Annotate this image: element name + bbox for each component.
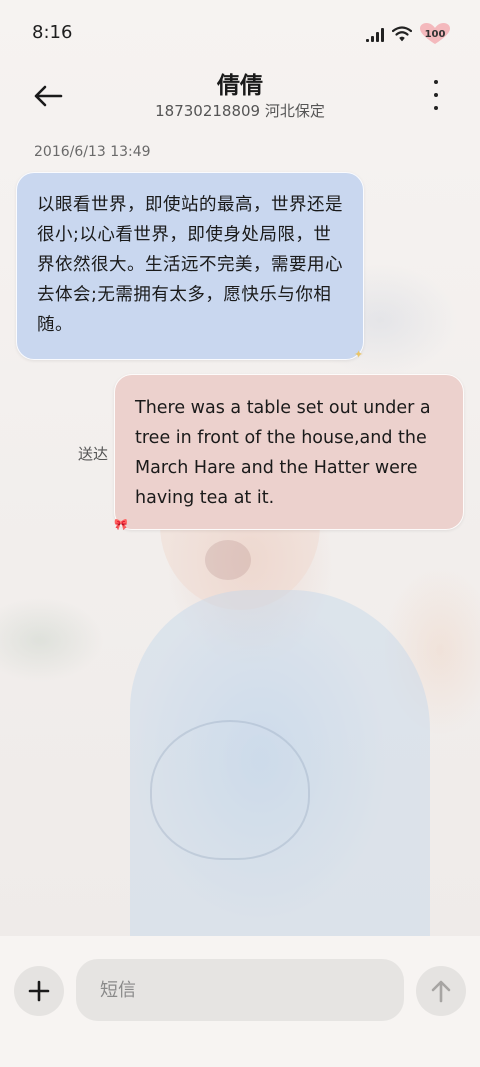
message-composer bbox=[0, 936, 480, 1067]
message-timestamp: 2016/6/13 13:49 bbox=[34, 144, 151, 160]
conversation-header: 倩倩 18730218809 河北保定 bbox=[0, 62, 480, 134]
arrow-up-icon[interactable] bbox=[416, 966, 466, 1016]
incoming-message-bubble[interactable]: 以眼看世界，即使站的最高，世界还是很小;以心看世界，即使身处局限，世界依然很大。… bbox=[16, 172, 364, 360]
wallpaper-mouth bbox=[205, 540, 251, 580]
delivery-status: 送达 bbox=[78, 445, 109, 463]
plus-icon[interactable] bbox=[14, 966, 64, 1016]
signal-icon bbox=[366, 26, 384, 42]
wallpaper-bunny bbox=[150, 720, 310, 860]
status-time: 8:16 bbox=[32, 22, 73, 43]
bow-icon: 🎀 bbox=[114, 518, 128, 531]
wifi-icon bbox=[392, 26, 412, 42]
contact-info: 18730218809 河北保定 bbox=[155, 102, 325, 120]
contact-name[interactable]: 倩倩 bbox=[0, 66, 480, 100]
message-input[interactable] bbox=[76, 959, 404, 1021]
battery-icon: 100 bbox=[420, 23, 450, 45]
outgoing-message-bubble[interactable]: There was a table set out under a tree i… bbox=[114, 374, 464, 530]
sparkle-icon: ✦ bbox=[354, 348, 364, 361]
vertical-dots-icon[interactable] bbox=[428, 80, 444, 110]
status-icons: 100 bbox=[366, 22, 450, 46]
battery-level: 100 bbox=[424, 28, 446, 40]
status-bar: 8:16 100 bbox=[0, 0, 480, 68]
